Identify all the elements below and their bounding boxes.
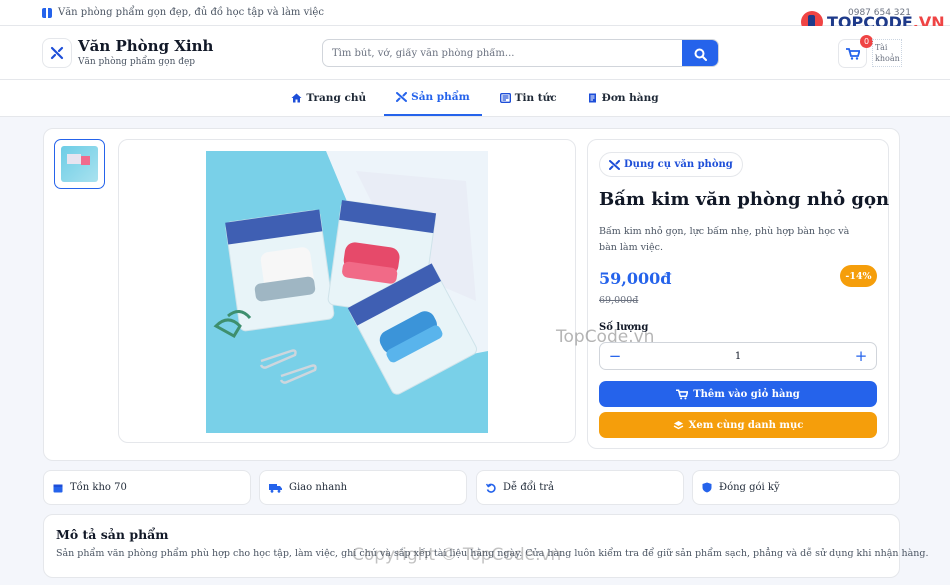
- quantity-increase-button[interactable]: +: [846, 343, 876, 369]
- news-icon: [499, 93, 511, 103]
- view-category-button[interactable]: Xem cùng danh mục: [599, 412, 877, 438]
- category-label: Dụng cụ văn phòng: [624, 159, 733, 170]
- receipt-icon: [588, 93, 596, 103]
- product-image: [206, 151, 488, 433]
- tools-icon: [609, 159, 620, 170]
- top-bar: Văn phòng phẩm gọn đẹp, đủ đồ học tập và…: [0, 0, 950, 33]
- main-nav: Trang chủ Sản phẩm Tin tức Đơn hàng: [0, 80, 950, 117]
- shield-icon: [702, 482, 712, 493]
- discount-badge: -14%: [840, 265, 877, 287]
- view-category-label: Xem cùng danh mục: [688, 419, 804, 431]
- gift-icon: [42, 7, 52, 18]
- tools-icon: [396, 92, 408, 102]
- product-old-price: 69,000đ: [599, 295, 639, 306]
- nav-item-home[interactable]: Trang chủ: [279, 80, 378, 116]
- header: Văn Phòng Xinh Văn phòng phẩm gọn đẹp 0 …: [0, 26, 950, 80]
- feature-label: Tồn kho 70: [70, 482, 127, 493]
- phone-number: 0987 654 321: [848, 8, 911, 18]
- watermark-text: TopCode.vn: [556, 327, 655, 347]
- description-title: Mô tả sản phẩm: [56, 527, 169, 542]
- product-description: Bấm kim nhỏ gọn, lực bấm nhẹ, phù hợp bà…: [599, 226, 850, 253]
- layers-icon: [673, 420, 683, 429]
- search-bar: [322, 39, 719, 67]
- brand-logo-icon[interactable]: [42, 38, 72, 68]
- cart-icon: [676, 388, 689, 399]
- feature-label: Giao nhanh: [289, 482, 348, 493]
- promo-text: Văn phòng phẩm gọn đẹp, đủ đồ học tập và…: [58, 7, 324, 18]
- add-to-cart-button[interactable]: Thêm vào giỏ hàng: [599, 381, 877, 407]
- product-price: 59,000đ: [599, 269, 672, 288]
- brand-tagline: Văn phòng phẩm gọn đẹp: [78, 57, 196, 67]
- nav-item-label: Trang chủ: [306, 92, 367, 104]
- feature-shipping: Giao nhanh: [259, 470, 467, 505]
- truck-icon: [269, 483, 282, 493]
- nav-item-label: Đơn hàng: [601, 92, 659, 104]
- search-icon: [694, 48, 707, 61]
- nav-item-label: Tin tức: [514, 92, 557, 104]
- nav-item-news[interactable]: Tin tức: [488, 80, 569, 116]
- product-thumbnail[interactable]: [54, 139, 105, 189]
- feature-stock: Tồn kho 70: [43, 470, 251, 505]
- brand-name[interactable]: Văn Phòng Xinh: [78, 37, 213, 55]
- cart-icon: [845, 47, 860, 60]
- feature-label: Đóng gói kỹ: [719, 482, 780, 493]
- feature-returns: Dễ đổi trả: [476, 470, 684, 505]
- search-input[interactable]: [323, 40, 683, 66]
- copyright-watermark: Copyright © TopCode.vn: [352, 545, 562, 565]
- feature-packaging: Đóng gói kỹ: [692, 470, 900, 505]
- nav-item-label: Sản phẩm: [411, 91, 470, 103]
- home-icon: [291, 93, 302, 103]
- quantity-input[interactable]: [630, 343, 846, 369]
- return-icon: [486, 483, 496, 493]
- product-title: Bấm kim văn phòng nhỏ gọn: [599, 189, 890, 210]
- account-avatar[interactable]: Tài khoản: [872, 39, 902, 67]
- thumbnail-image: [61, 146, 98, 182]
- nav-item-orders[interactable]: Đơn hàng: [575, 80, 671, 116]
- add-to-cart-label: Thêm vào giỏ hàng: [693, 388, 800, 400]
- feature-label: Dễ đổi trả: [503, 482, 555, 493]
- search-button[interactable]: [682, 40, 718, 66]
- category-chip[interactable]: Dụng cụ văn phòng: [599, 152, 743, 177]
- calendar-icon: [53, 484, 63, 492]
- nav-item-products[interactable]: Sản phẩm: [384, 80, 482, 116]
